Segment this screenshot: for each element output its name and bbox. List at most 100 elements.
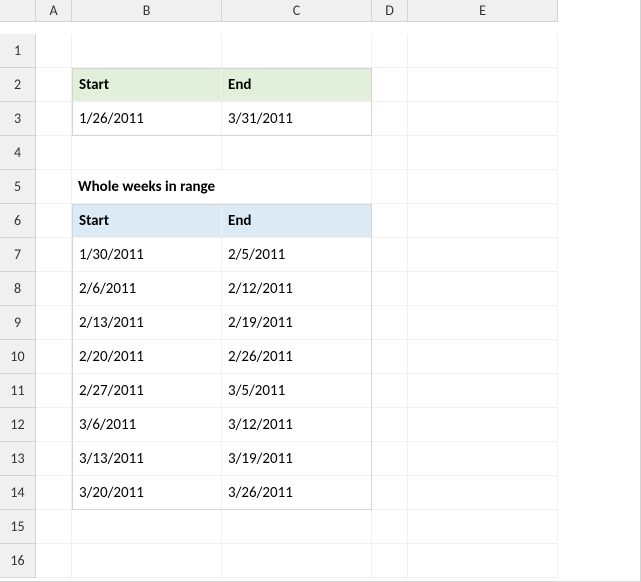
cell-E6[interactable] <box>408 204 558 238</box>
cell-C1[interactable] <box>222 34 372 68</box>
row-header-1[interactable]: 1 <box>0 34 36 68</box>
cell-E3[interactable] <box>408 102 558 136</box>
row-header-11[interactable]: 11 <box>0 374 36 408</box>
cell-B11[interactable]: 2/27/2011 <box>72 374 222 408</box>
cell-B15[interactable] <box>72 510 222 544</box>
cell-C15[interactable] <box>222 510 372 544</box>
cell-D6[interactable] <box>372 204 408 238</box>
cell-D1[interactable] <box>372 34 408 68</box>
cell-B13[interactable]: 3/13/2011 <box>72 442 222 476</box>
cell-C8[interactable]: 2/12/2011 <box>222 272 372 306</box>
cell-A1[interactable] <box>36 34 72 68</box>
row-header-7[interactable]: 7 <box>0 238 36 272</box>
cell-E12[interactable] <box>408 408 558 442</box>
cell-C11[interactable]: 3/5/2011 <box>222 374 372 408</box>
cell-B6-weeks-start-header[interactable]: Start <box>72 204 222 238</box>
row-header-5[interactable]: 5 <box>0 170 36 204</box>
cell-D10[interactable] <box>372 340 408 374</box>
cell-D12[interactable] <box>372 408 408 442</box>
cell-A5[interactable] <box>36 170 72 204</box>
cell-E2[interactable] <box>408 68 558 102</box>
cell-B10[interactable]: 2/20/2011 <box>72 340 222 374</box>
cell-E5[interactable] <box>408 170 558 204</box>
cell-A10[interactable] <box>36 340 72 374</box>
col-header-B[interactable]: B <box>72 0 222 22</box>
cell-E11[interactable] <box>408 374 558 408</box>
cell-E14[interactable] <box>408 476 558 510</box>
row-header-6[interactable]: 6 <box>0 204 36 238</box>
select-all-corner[interactable] <box>0 0 36 22</box>
cell-C4[interactable] <box>222 136 372 170</box>
row-header-16[interactable]: 16 <box>0 544 36 578</box>
row-header-2[interactable]: 2 <box>0 68 36 102</box>
cell-E7[interactable] <box>408 238 558 272</box>
cell-B9[interactable]: 2/13/2011 <box>72 306 222 340</box>
row-header-10[interactable]: 10 <box>0 340 36 374</box>
cell-A4[interactable] <box>36 136 72 170</box>
row-header-3[interactable]: 3 <box>0 102 36 136</box>
col-header-A[interactable]: A <box>36 0 72 22</box>
cell-B14[interactable]: 3/20/2011 <box>72 476 222 510</box>
cell-C6-weeks-end-header[interactable]: End <box>222 204 372 238</box>
cell-E4[interactable] <box>408 136 558 170</box>
cell-A15[interactable] <box>36 510 72 544</box>
cell-D8[interactable] <box>372 272 408 306</box>
cell-A2[interactable] <box>36 68 72 102</box>
cell-A3[interactable] <box>36 102 72 136</box>
cell-B4[interactable] <box>72 136 222 170</box>
cell-E16[interactable] <box>408 544 558 578</box>
cell-C5[interactable] <box>222 170 372 204</box>
cell-D5[interactable] <box>372 170 408 204</box>
cell-E1[interactable] <box>408 34 558 68</box>
cell-B12[interactable]: 3/6/2011 <box>72 408 222 442</box>
row-header-4[interactable]: 4 <box>0 136 36 170</box>
cell-B1[interactable] <box>72 34 222 68</box>
cell-D3[interactable] <box>372 102 408 136</box>
cell-B7[interactable]: 1/30/2011 <box>72 238 222 272</box>
cell-A13[interactable] <box>36 442 72 476</box>
cell-E15[interactable] <box>408 510 558 544</box>
row-header-8[interactable]: 8 <box>0 272 36 306</box>
cell-C14[interactable]: 3/26/2011 <box>222 476 372 510</box>
row-header-13[interactable]: 13 <box>0 442 36 476</box>
spreadsheet-grid[interactable]: A B C D E 1 2 Start End 3 1/26/2011 3/31… <box>0 0 641 582</box>
cell-B3-range-start-value[interactable]: 1/26/2011 <box>72 102 222 136</box>
cell-D13[interactable] <box>372 442 408 476</box>
cell-B8[interactable]: 2/6/2011 <box>72 272 222 306</box>
cell-E13[interactable] <box>408 442 558 476</box>
row-header-9[interactable]: 9 <box>0 306 36 340</box>
cell-D11[interactable] <box>372 374 408 408</box>
cell-C16[interactable] <box>222 544 372 578</box>
cell-C12[interactable]: 3/12/2011 <box>222 408 372 442</box>
cell-C10[interactable]: 2/26/2011 <box>222 340 372 374</box>
cell-D4[interactable] <box>372 136 408 170</box>
row-header-14[interactable]: 14 <box>0 476 36 510</box>
cell-A12[interactable] <box>36 408 72 442</box>
cell-E10[interactable] <box>408 340 558 374</box>
cell-D2[interactable] <box>372 68 408 102</box>
cell-A7[interactable] <box>36 238 72 272</box>
cell-B16[interactable] <box>72 544 222 578</box>
cell-A6[interactable] <box>36 204 72 238</box>
cell-E9[interactable] <box>408 306 558 340</box>
col-header-C[interactable]: C <box>222 0 372 22</box>
cell-A14[interactable] <box>36 476 72 510</box>
cell-D9[interactable] <box>372 306 408 340</box>
cell-A8[interactable] <box>36 272 72 306</box>
cell-C7[interactable]: 2/5/2011 <box>222 238 372 272</box>
cell-D7[interactable] <box>372 238 408 272</box>
row-header-15[interactable]: 15 <box>0 510 36 544</box>
cell-C9[interactable]: 2/19/2011 <box>222 306 372 340</box>
cell-A9[interactable] <box>36 306 72 340</box>
cell-A11[interactable] <box>36 374 72 408</box>
cell-C2-range-end-header[interactable]: End <box>222 68 372 102</box>
cell-B5-section-title[interactable]: Whole weeks in range <box>72 170 222 204</box>
cell-D15[interactable] <box>372 510 408 544</box>
cell-D14[interactable] <box>372 476 408 510</box>
cell-E8[interactable] <box>408 272 558 306</box>
cell-A16[interactable] <box>36 544 72 578</box>
cell-C13[interactable]: 3/19/2011 <box>222 442 372 476</box>
cell-D16[interactable] <box>372 544 408 578</box>
cell-B2-range-start-header[interactable]: Start <box>72 68 222 102</box>
row-header-12[interactable]: 12 <box>0 408 36 442</box>
